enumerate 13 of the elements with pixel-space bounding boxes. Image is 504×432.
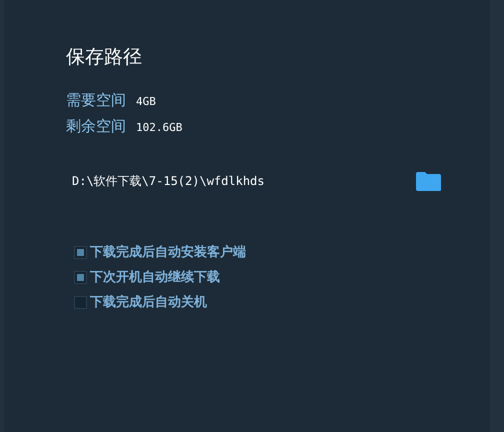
checkbox[interactable] [74, 296, 87, 309]
space-value: 4GB [136, 95, 156, 108]
checkbox[interactable] [74, 246, 87, 259]
path-field[interactable]: D:\软件下载\7-15(2)\wfdlkhds [66, 168, 409, 194]
folder-icon[interactable] [415, 170, 442, 192]
option-label[interactable]: 下载完成后自动安装客户端 [90, 244, 246, 261]
checkbox[interactable] [74, 271, 87, 284]
space-value: 102.6GB [136, 121, 182, 134]
space-label: 需要空间 [66, 90, 126, 110]
dialog-title: 保存路径 [66, 45, 143, 70]
space-label: 剩余空间 [66, 116, 126, 136]
option-label[interactable]: 下次开机自动继续下载 [90, 269, 220, 286]
option-label[interactable]: 下载完成后自动关机 [90, 294, 207, 311]
